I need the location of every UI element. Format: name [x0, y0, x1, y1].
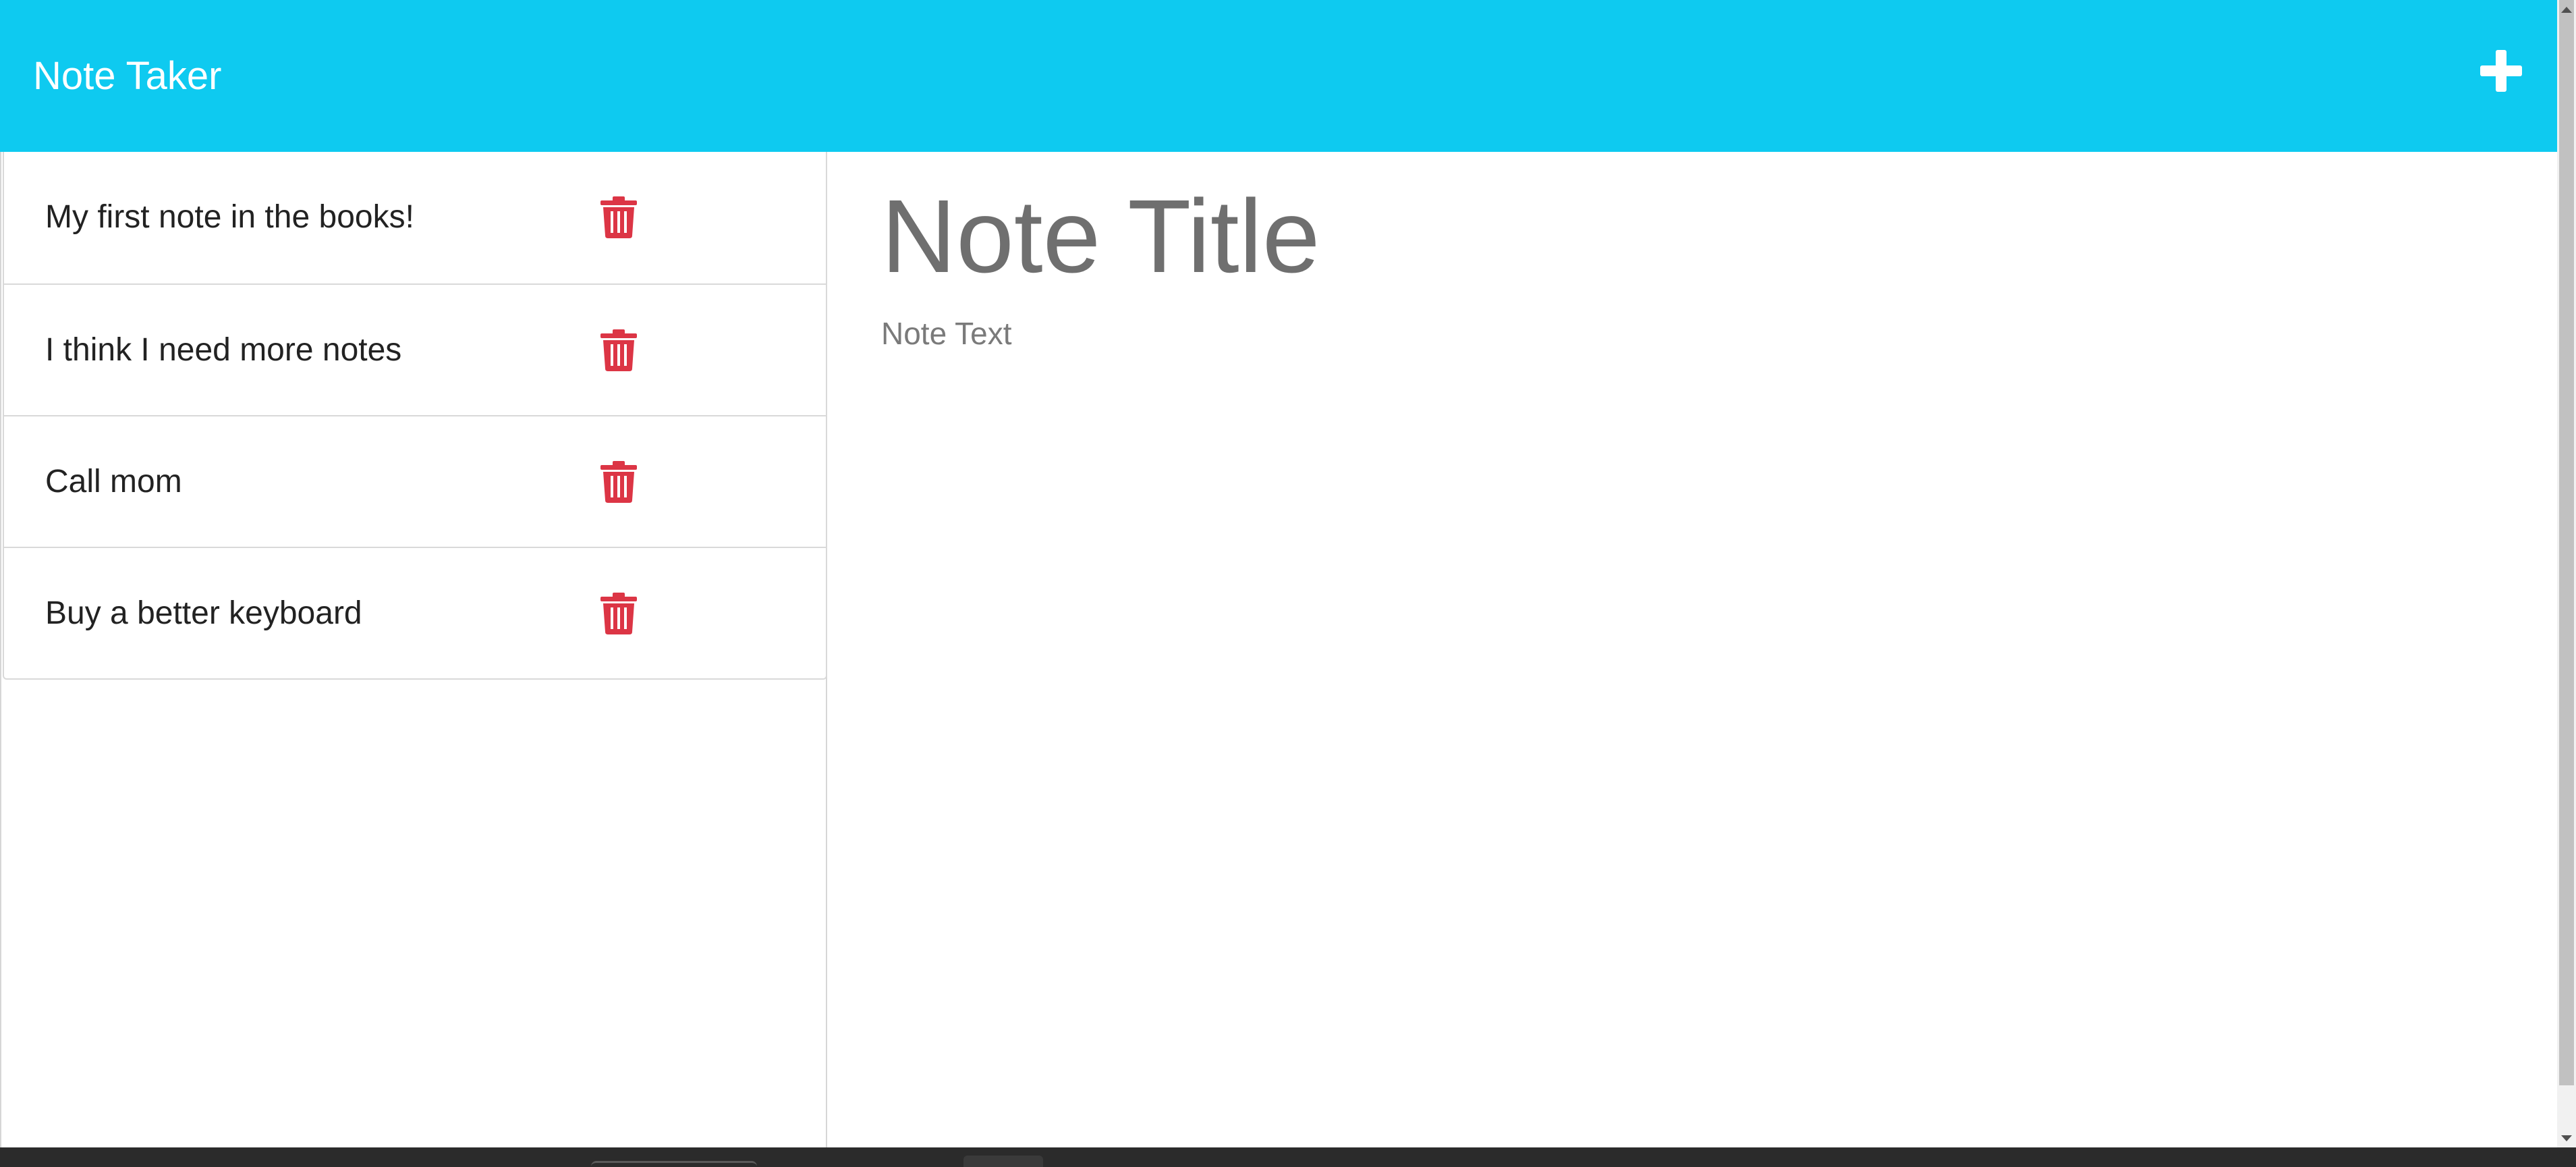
trash-icon[interactable]: [600, 329, 637, 371]
trash-icon[interactable]: [600, 593, 637, 634]
taskbar-item[interactable]: [963, 1156, 1043, 1167]
new-note-button[interactable]: [2477, 47, 2525, 94]
trash-icon[interactable]: [600, 196, 637, 238]
taskbar-item[interactable]: [591, 1161, 757, 1167]
trash-icon[interactable]: [600, 461, 637, 503]
note-list-item[interactable]: My first note in the books!: [4, 152, 826, 283]
taskbar: [0, 1147, 2576, 1167]
note-list-item[interactable]: I think I need more notes: [4, 283, 826, 415]
note-editor: [827, 152, 2557, 1147]
app-window: Note Taker My first note in the books! I…: [0, 0, 2576, 1167]
scroll-up-arrow-icon[interactable]: [2557, 0, 2576, 19]
note-text-input[interactable]: [881, 314, 2500, 1110]
note-list-item[interactable]: Call mom: [4, 415, 826, 547]
note-list-item-title: Call mom: [45, 464, 182, 499]
note-list-item-title: My first note in the books!: [45, 199, 414, 235]
scroll-down-arrow-icon[interactable]: [2557, 1129, 2576, 1147]
app-brand[interactable]: Note Taker: [33, 53, 221, 100]
navbar: Note Taker: [0, 0, 2557, 152]
plus-icon: [2480, 50, 2522, 92]
note-list-item-title: I think I need more notes: [45, 332, 402, 368]
vertical-scrollbar[interactable]: [2557, 0, 2576, 1147]
note-title-input[interactable]: [881, 179, 2500, 294]
note-list-panel: My first note in the books! I think I ne…: [0, 152, 827, 1147]
scrollbar-thumb[interactable]: [2559, 0, 2574, 1085]
note-list-item-title: Buy a better keyboard: [45, 595, 362, 631]
note-list: My first note in the books! I think I ne…: [3, 152, 827, 680]
note-list-item[interactable]: Buy a better keyboard: [4, 547, 826, 678]
